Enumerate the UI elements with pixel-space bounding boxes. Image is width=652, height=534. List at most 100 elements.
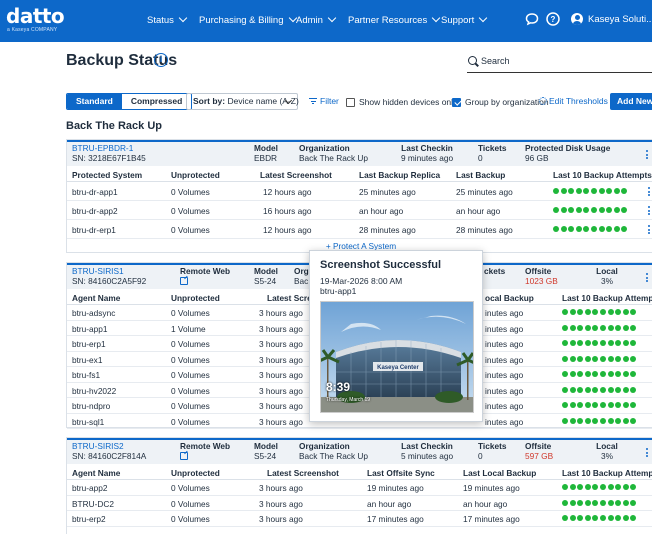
- agent-name: BTRU-DC2: [72, 498, 114, 509]
- view-compressed-button[interactable]: Compressed: [121, 94, 192, 109]
- backup-success-dot: [577, 386, 584, 393]
- add-new-button[interactable]: Add New: [610, 93, 652, 110]
- view-standard-button[interactable]: Standard: [67, 94, 122, 109]
- backup-success-dot: [630, 340, 637, 346]
- backup-success-dot: [607, 417, 614, 424]
- organization-value: Back The Rack Up: [299, 152, 369, 163]
- backup-success-dot: [562, 386, 568, 393]
- local-backup-value: inutes ago: [485, 370, 524, 380]
- model-block: Model S5-24: [254, 266, 278, 286]
- backup-success-dot: [584, 417, 591, 424]
- backup-attempts-dots: [562, 371, 637, 377]
- screenshot-value[interactable]: 3 hours ago: [259, 401, 303, 411]
- backup-success-dot: [599, 484, 606, 490]
- screenshot-value[interactable]: 16 hours ago: [263, 206, 311, 216]
- top-nav: datto a Kaseya COMPANY Status Purchasing…: [0, 0, 652, 42]
- screenshot-value[interactable]: 12 hours ago: [263, 225, 311, 235]
- screenshot-value[interactable]: 3 hours ago: [259, 308, 303, 318]
- remote-web-label: Remote Web: [180, 441, 231, 451]
- group-by-org-checkbox[interactable]: Group by organization: [452, 97, 549, 107]
- backup-success-dot: [562, 402, 568, 408]
- backup-success-dot: [622, 371, 629, 377]
- kebab-menu-icon[interactable]: [648, 206, 650, 217]
- replica-value: 28 minutes ago: [359, 225, 416, 235]
- checkbox-checked[interactable]: [452, 97, 461, 107]
- unprotected-value: 0 Volumes: [171, 354, 210, 365]
- external-link-icon[interactable]: [180, 451, 188, 460]
- backup-success-dot: [569, 417, 576, 424]
- backup-attempts-dots: [562, 417, 637, 424]
- table-row[interactable]: btru-app2 0 Volumes 3 hours ago 19 minutes …: [67, 480, 652, 496]
- datto-logo[interactable]: datto: [6, 4, 65, 28]
- col-last-10-attempts: Last 10 Backup Attempts: [562, 293, 652, 303]
- backup-success-dot: [607, 499, 614, 506]
- unprotected-value: 0 Volumes: [171, 206, 210, 216]
- backup-success-dot: [592, 340, 599, 346]
- search-input[interactable]: [481, 56, 641, 66]
- show-hidden-checkbox[interactable]: Show hidden devices only: [346, 97, 457, 107]
- sort-by-select[interactable]: Sort by: Device name (A-Z): [186, 93, 299, 110]
- local-backup-value: an hour ago: [463, 498, 508, 509]
- lockscreen-date: Thursday, March 19: [326, 397, 371, 403]
- device-name-link[interactable]: BTRU-SIRIS2: [72, 441, 124, 451]
- device-card-header: BTRU-EPBDR-1 SN: 3218E67F1B45 Model EBDR …: [67, 140, 652, 166]
- device-name-link[interactable]: BTRU-SIRIS1: [72, 266, 124, 276]
- table-row[interactable]: btru-dr-erp1 0 Volumes 12 hours ago 28 m…: [67, 220, 652, 239]
- backup-success-dot: [630, 515, 637, 521]
- table-row[interactable]: btru-dr-app1 0 Volumes 12 hours ago 25 m…: [67, 182, 652, 201]
- backup-success-dot: [592, 324, 599, 331]
- disk-usage-value: 96 GB: [525, 152, 549, 163]
- info-icon[interactable]: i: [154, 53, 168, 67]
- show-hidden-label: Show hidden devices only: [359, 97, 458, 107]
- edit-thresholds-link[interactable]: Edit Thresholds: [539, 96, 608, 106]
- screenshot-value[interactable]: 3 hours ago: [259, 386, 303, 396]
- filter-button[interactable]: Filter: [309, 96, 339, 106]
- screenshot-preview-image[interactable]: Kaseya Center 8:39 Thursday, March 19: [320, 301, 474, 413]
- table-row[interactable]: btru-dr-app2 0 Volumes 16 hours ago an h…: [67, 201, 652, 220]
- screenshot-value[interactable]: 3 hours ago: [259, 355, 303, 365]
- screenshot-value[interactable]: 3 hours ago: [259, 483, 303, 493]
- backup-success-dot: [630, 417, 637, 424]
- nav-status[interactable]: Status: [147, 13, 188, 26]
- screenshot-value[interactable]: 3 hours ago: [259, 370, 303, 380]
- last-checkin-value: 5 minutes ago: [400, 450, 454, 461]
- screenshot-value[interactable]: 12 hours ago: [263, 187, 311, 197]
- kebab-menu-icon[interactable]: [646, 150, 649, 161]
- device-name-link[interactable]: BTRU-EPBDR-1: [72, 143, 133, 153]
- remote-web-label: Remote Web: [180, 266, 231, 276]
- nav-partner-resources[interactable]: Partner Resources: [348, 13, 441, 26]
- screenshot-value[interactable]: 3 hours ago: [259, 417, 303, 427]
- user-menu[interactable]: Kaseya Soluti...: [571, 13, 652, 25]
- external-link-icon[interactable]: [180, 276, 188, 285]
- screenshot-value[interactable]: 3 hours ago: [259, 499, 303, 509]
- screenshot-value[interactable]: 3 hours ago: [259, 514, 303, 524]
- backup-success-dot: [622, 324, 629, 331]
- table-row[interactable]: btru-erp2 0 Volumes 3 hours ago 17 minutes …: [67, 511, 652, 527]
- backup-attempts-dots: [562, 386, 637, 393]
- backup-success-dot: [584, 386, 591, 393]
- kebab-menu-icon[interactable]: [648, 225, 650, 236]
- local-backup-value: inutes ago: [485, 401, 524, 411]
- nav-support[interactable]: Support: [441, 13, 488, 26]
- chat-icon[interactable]: [524, 11, 540, 27]
- kebab-menu-icon[interactable]: [646, 273, 649, 284]
- backup-success-dot: [615, 324, 622, 331]
- filter-label: Filter: [320, 96, 339, 106]
- screenshot-value[interactable]: 3 hours ago: [259, 339, 303, 349]
- help-icon[interactable]: ?: [545, 11, 561, 27]
- replica-value: an hour ago: [359, 206, 404, 216]
- last-checkin-block: Last Checkin 5 minutes ago: [392, 441, 462, 461]
- backup-success-dot: [584, 324, 591, 331]
- gear-icon: [539, 97, 547, 105]
- nav-purchasing-billing[interactable]: Purchasing & Billing: [199, 13, 297, 26]
- checkbox-unchecked[interactable]: [346, 97, 355, 107]
- kebab-menu-icon[interactable]: [648, 187, 650, 198]
- backup-success-dot: [592, 515, 599, 521]
- screenshot-value[interactable]: 3 hours ago: [259, 324, 303, 334]
- table-row[interactable]: BTRU-DC2 0 Volumes 3 hours ago an hour ago a…: [67, 496, 652, 511]
- backup-success-dot: [622, 402, 629, 408]
- nav-admin[interactable]: Admin: [296, 13, 337, 26]
- unprotected-value: 1 Volume: [171, 323, 206, 334]
- arena-sign: Kaseya Center: [377, 365, 419, 371]
- kebab-menu-icon[interactable]: [646, 448, 649, 459]
